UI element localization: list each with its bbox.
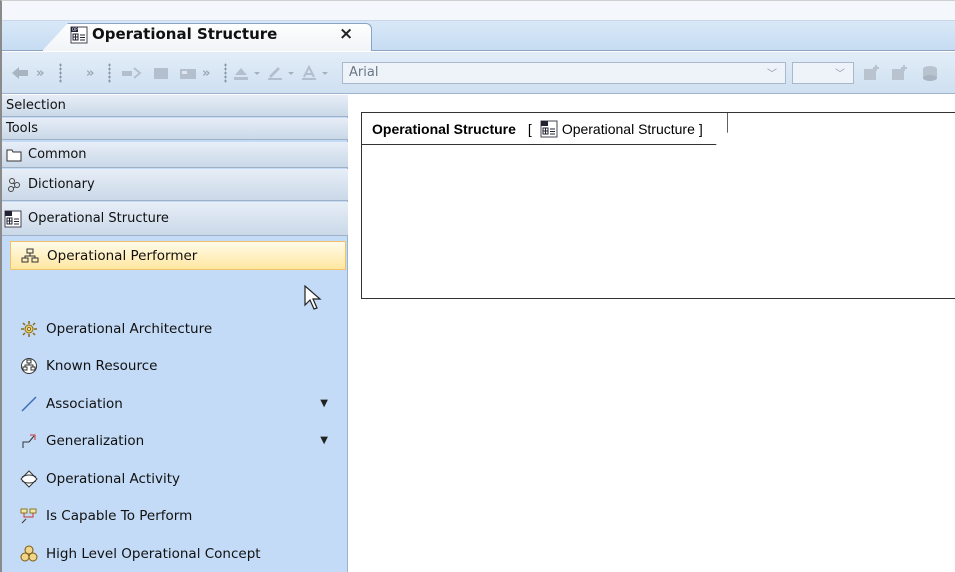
insert-below-icon[interactable] (890, 63, 910, 83)
palette-item-label: Operational Activity (46, 470, 180, 487)
palette-section-dictionary[interactable]: Dictionary (2, 169, 348, 201)
palette-item-operational-architecture[interactable]: Operational Architecture (2, 310, 348, 347)
capable-icon (20, 507, 38, 525)
palette-section-label: Dictionary (28, 177, 95, 192)
palette-item-label: Is Capable To Perform (46, 507, 193, 524)
font-family-value: Arial (349, 65, 379, 80)
folder-icon (6, 148, 22, 162)
overflow-icon[interactable]: » (36, 63, 44, 83)
palette-item-label: Operational Architecture (46, 320, 213, 337)
line-color-icon[interactable] (266, 63, 296, 83)
diagram-frame-header[interactable]: Operational Structure [ Operational Stru (362, 113, 728, 145)
palette-item-generalization[interactable]: Generalization ▼ (2, 422, 348, 459)
font-size-select[interactable]: ﹀ (792, 62, 854, 84)
diagram-icon (536, 120, 562, 138)
palette-item-label: Association (46, 395, 123, 412)
performer-icon (21, 247, 39, 265)
insert-above-icon[interactable] (862, 63, 882, 83)
diagram-frame-title: Operational Structure (372, 120, 516, 137)
palette-item-label: Known Resource (46, 357, 158, 374)
database-icon[interactable] (920, 63, 940, 83)
toolbar: » » » Arial ﹀ ﹀ (2, 52, 955, 94)
palette-section-label: Common (28, 147, 87, 162)
chevron-down-icon: ﹀ (767, 69, 777, 80)
palette-section-operational-structure[interactable]: Operational Structure (2, 202, 348, 236)
diagram-frame[interactable]: Operational Structure [ Operational Stru (361, 112, 955, 299)
top-strip-text (2, 3, 10, 17)
generalization-icon (20, 432, 38, 450)
palette-section-selection[interactable]: Selection (2, 95, 348, 117)
chevron-down-icon: ﹀ (835, 69, 845, 80)
tab-bar: OP Operational Structure × (2, 21, 955, 51)
font-family-select[interactable]: Arial ﹀ (342, 62, 786, 84)
resource-icon (20, 357, 38, 375)
diagram-canvas[interactable]: Operational Structure [ Operational Stru (349, 95, 955, 572)
font-color-icon[interactable] (300, 63, 330, 83)
toolbar-grip[interactable] (108, 63, 111, 83)
top-strip (2, 1, 955, 21)
dropdown-arrow-icon[interactable]: ▼ (320, 435, 328, 446)
toolbar-grip[interactable] (59, 63, 62, 83)
diagram-frame-type: Operational Structure (561, 120, 695, 137)
palette-section-tools[interactable]: Tools (2, 118, 348, 140)
palette-item-label: High Level Operational Concept (46, 545, 261, 562)
palette-item-operational-performer[interactable]: Operational Performer (10, 241, 346, 270)
concept-icon (20, 545, 38, 563)
toolbar-grip[interactable] (224, 63, 227, 83)
app-window: OP Operational Structure × » » » Arial ﹀… (0, 0, 955, 572)
mouse-cursor-icon (304, 284, 322, 315)
overflow-icon[interactable]: » (86, 63, 94, 83)
bracket-open: [ (527, 120, 532, 137)
box-icon[interactable] (152, 63, 170, 83)
association-icon (20, 395, 38, 413)
palette-item-label: Operational Performer (47, 247, 198, 264)
palette-item-association[interactable]: Association ▼ (2, 385, 348, 422)
palette-item-operational-activity[interactable]: Operational Activity (2, 460, 348, 497)
layout-icon[interactable] (178, 63, 200, 83)
diagram-icon (4, 210, 22, 228)
palette-item-known-resource[interactable]: Known Resource (2, 347, 348, 384)
svg-text:OP: OP (72, 27, 78, 32)
close-icon[interactable]: × (339, 24, 353, 44)
palette-section-common[interactable]: Common (2, 142, 348, 168)
tab-title: Operational Structure (92, 25, 278, 43)
palette-item-high-level-operational-concept[interactable]: High Level Operational Concept (2, 535, 348, 572)
architecture-icon (20, 320, 38, 338)
palette: Selection Tools Common Dictionary Operat… (2, 95, 348, 572)
align-icon[interactable] (120, 63, 142, 83)
palette-item-label: Generalization (46, 432, 145, 449)
palette-item-is-capable-to-perform[interactable]: Is Capable To Perform (2, 497, 348, 534)
dictionary-icon (6, 177, 22, 193)
diagram-icon: OP (70, 26, 88, 48)
bracket-close: ] (698, 120, 703, 137)
back-arrow-icon[interactable] (10, 63, 30, 83)
activity-icon (20, 469, 38, 488)
palette-section-label: Operational Structure (28, 211, 169, 226)
overflow-icon[interactable]: » (202, 63, 210, 83)
fill-color-icon[interactable] (232, 63, 262, 83)
dropdown-arrow-icon[interactable]: ▼ (320, 398, 328, 409)
